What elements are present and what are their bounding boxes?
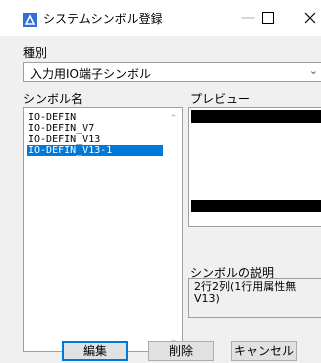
edit-button[interactable]: 編集 — [62, 341, 128, 361]
type-select-value: 入力用IO端子シンボル — [30, 67, 151, 81]
symbol-name-label: シンボル名 — [23, 92, 84, 106]
list-item[interactable]: IO-DEFIN_V7 — [27, 123, 163, 134]
delete-button[interactable]: 削除 — [148, 341, 214, 361]
window-title: システムシンボル登録 — [43, 12, 163, 26]
description-text: 2行2列(1行用属性無V13) — [194, 280, 297, 305]
preview-symbol-bottom — [191, 200, 321, 212]
symbol-list[interactable]: IO-DEFIN IO-DEFIN_V7 IO-DEFIN_V13 IO-DEF… — [23, 107, 183, 352]
close-button[interactable] — [290, 6, 321, 30]
description-box: 2行2列(1行用属性無V13) — [188, 278, 321, 318]
list-item[interactable]: IO-DEFIN — [27, 112, 163, 123]
preview-pane — [188, 107, 321, 227]
close-icon — [304, 12, 316, 24]
list-item[interactable]: IO-DEFIN_V13 — [27, 134, 163, 145]
maximize-icon — [262, 12, 274, 24]
type-label: 種別 — [23, 46, 48, 60]
cancel-button[interactable]: キャンセル — [231, 341, 297, 361]
type-select[interactable]: 入力用IO端子シンボル ⌄ — [23, 62, 321, 82]
preview-symbol-top — [191, 110, 321, 123]
scroll-up-icon[interactable]: ⌃ — [168, 114, 179, 124]
app-icon — [23, 13, 37, 27]
preview-label: プレビュー — [190, 92, 251, 106]
title-bar[interactable]: システムシンボル登録 — — [0, 0, 321, 36]
list-scrollbar[interactable]: ⌃ ⌄ — [165, 108, 182, 351]
maximize-button[interactable] — [248, 6, 288, 30]
list-item-selected[interactable]: IO-DEFIN_V13-1 — [27, 145, 163, 156]
chevron-down-icon[interactable]: ⌄ — [309, 64, 318, 77]
